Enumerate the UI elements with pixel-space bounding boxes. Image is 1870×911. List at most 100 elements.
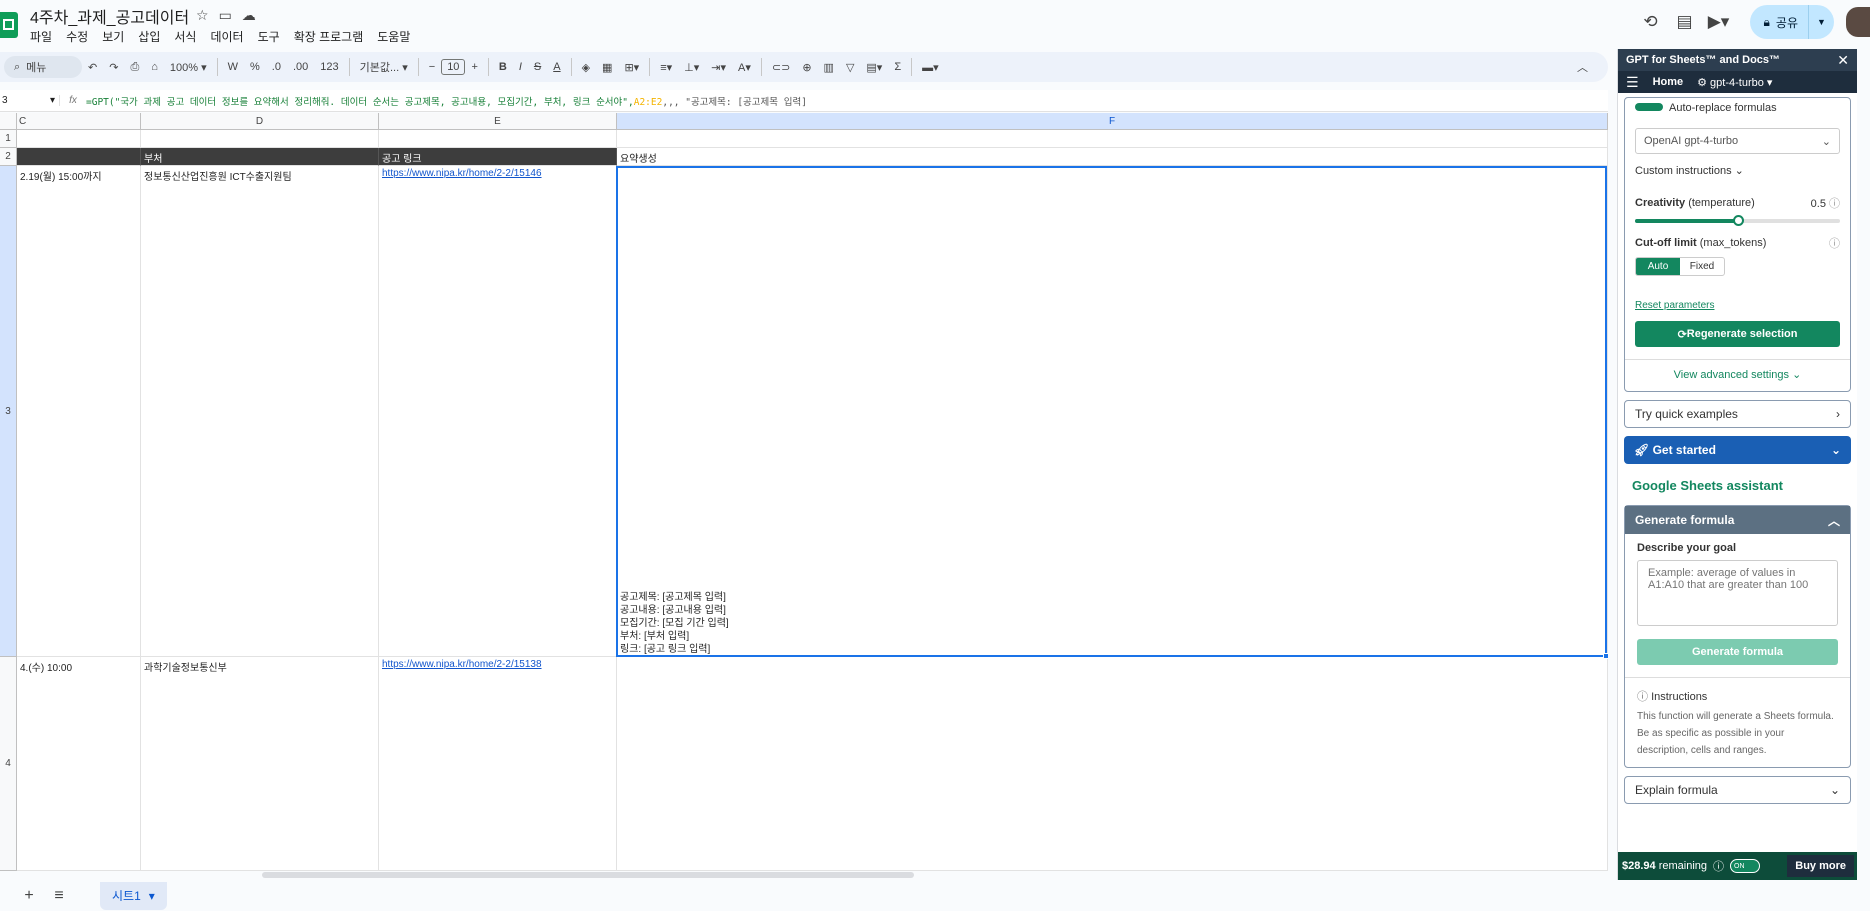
merge-cells-icon[interactable]: ⊞▾ bbox=[618, 61, 645, 74]
currency-button[interactable]: W bbox=[222, 61, 244, 73]
font-size-decrease-icon[interactable]: − bbox=[423, 61, 441, 73]
nav-home[interactable]: Home bbox=[1653, 76, 1684, 88]
row-header-1[interactable]: 1 bbox=[0, 130, 17, 148]
regenerate-selection-button[interactable]: ⟳ Regenerate selection bbox=[1635, 321, 1840, 347]
functions-icon[interactable]: Σ bbox=[888, 61, 907, 73]
menu-tools[interactable]: 도구 bbox=[258, 28, 280, 45]
share-dropdown-icon[interactable]: ▼ bbox=[1808, 5, 1834, 39]
column-header-c[interactable]: C bbox=[17, 113, 141, 130]
menu-file[interactable]: 파일 bbox=[30, 28, 52, 45]
announcement-link[interactable]: https://www.nipa.kr/home/2-2/15146 bbox=[382, 168, 542, 179]
cell-c4[interactable]: 4.(수) 10:00 bbox=[17, 657, 141, 871]
font-size-increase-icon[interactable]: + bbox=[465, 61, 483, 73]
bold-icon[interactable]: B bbox=[493, 61, 513, 73]
fill-handle[interactable] bbox=[1603, 653, 1608, 659]
filter-icon[interactable]: ▽ bbox=[840, 61, 860, 74]
menu-data[interactable]: 데이터 bbox=[210, 28, 243, 45]
text-wrap-icon[interactable]: ⇥▾ bbox=[705, 61, 732, 74]
history-icon[interactable]: ⟲ bbox=[1634, 6, 1668, 38]
insert-chart-icon[interactable]: ▥ bbox=[818, 61, 840, 74]
borders-icon[interactable]: ▦ bbox=[596, 61, 618, 74]
spreadsheet-grid[interactable]: C D E F 1 2 3 4 부처 공고 링크 요약생성 2.19(월) 15… bbox=[0, 113, 1608, 871]
formula-input[interactable]: =GPT("국가 과제 공고 데이터 정보를 요약해서 정리해줘. 데이터 순서… bbox=[86, 94, 807, 108]
menu-insert[interactable]: 삽입 bbox=[138, 28, 160, 45]
auto-replace-toggle[interactable]: Auto-replace formulas bbox=[1635, 102, 1840, 114]
cloud-status-icon[interactable]: ☁ bbox=[242, 7, 256, 24]
fill-color-icon[interactable]: ◈ bbox=[576, 61, 596, 74]
row-header-2[interactable]: 2 bbox=[0, 148, 17, 166]
advanced-settings-link[interactable]: View advanced settings ⌄ bbox=[1625, 359, 1850, 381]
italic-icon[interactable]: I bbox=[513, 61, 528, 73]
custom-instructions-toggle[interactable]: Custom instructions ⌄ bbox=[1635, 164, 1840, 177]
menu-view[interactable]: 보기 bbox=[102, 28, 124, 45]
menu-edit[interactable]: 수정 bbox=[66, 28, 88, 45]
hamburger-icon[interactable]: ☰ bbox=[1626, 74, 1639, 91]
font-select[interactable]: 기본값... ▾ bbox=[354, 59, 414, 75]
menu-search[interactable]: ⌕ 메뉴 bbox=[4, 56, 82, 78]
increase-decimal-button[interactable]: .00 bbox=[287, 61, 314, 73]
close-icon[interactable]: ✕ bbox=[1837, 52, 1849, 69]
cell-d3[interactable]: 정보통신산업진흥원 ICT수출지원팀 bbox=[141, 166, 379, 657]
column-header-d[interactable]: D bbox=[141, 113, 379, 130]
get-started-row[interactable]: 🚀︎ Get started ⌄ bbox=[1624, 436, 1851, 464]
text-rotation-icon[interactable]: A▾ bbox=[732, 61, 757, 74]
cell-d1[interactable] bbox=[141, 130, 379, 148]
explain-formula-row[interactable]: Explain formula ⌄ bbox=[1624, 776, 1851, 804]
collapse-toolbar-icon[interactable]: ︿ bbox=[1571, 59, 1594, 75]
comments-icon[interactable]: ▤ bbox=[1668, 6, 1702, 38]
avatar[interactable] bbox=[1846, 7, 1870, 37]
all-sheets-icon[interactable]: ≡ bbox=[44, 887, 74, 905]
undo-icon[interactable]: ↶ bbox=[82, 61, 103, 74]
cell-e2[interactable]: 공고 링크 bbox=[379, 148, 617, 166]
cell-d4[interactable]: 과학기술정보통신부 bbox=[141, 657, 379, 871]
insert-link-icon[interactable]: ⊂⊃ bbox=[766, 61, 796, 74]
cell-f4[interactable] bbox=[617, 657, 1608, 871]
menu-extensions[interactable]: 확장 프로그램 bbox=[294, 28, 364, 45]
menu-help[interactable]: 도움말 bbox=[377, 28, 410, 45]
usage-toggle[interactable]: ON bbox=[1730, 859, 1761, 873]
cell-e1[interactable] bbox=[379, 130, 617, 148]
cell-e3[interactable]: https://www.nipa.kr/home/2-2/15146 bbox=[379, 166, 617, 657]
reset-parameters-link[interactable]: Reset parameters bbox=[1635, 300, 1840, 311]
font-size-input[interactable]: 10 bbox=[441, 59, 466, 75]
chevron-down-icon[interactable]: ▾ bbox=[149, 889, 155, 903]
number-format-button[interactable]: 123 bbox=[314, 61, 344, 73]
strikethrough-icon[interactable]: S bbox=[528, 61, 547, 73]
zoom-select[interactable]: 100% ▾ bbox=[164, 61, 213, 74]
help-icon[interactable]: ⓘ bbox=[1829, 235, 1840, 251]
menu-format[interactable]: 서식 bbox=[174, 28, 196, 45]
slider-knob[interactable] bbox=[1732, 215, 1744, 226]
buy-more-button[interactable]: Buy more bbox=[1787, 855, 1854, 877]
generate-formula-button[interactable]: Generate formula bbox=[1637, 639, 1838, 665]
column-header-e[interactable]: E bbox=[379, 113, 617, 130]
model-selector[interactable]: ⚙ gpt-4-turbo ▾ bbox=[1697, 76, 1772, 89]
redo-icon[interactable]: ↷ bbox=[103, 61, 124, 74]
star-icon[interactable]: ☆ bbox=[196, 7, 209, 24]
decrease-decimal-button[interactable]: .0 bbox=[266, 61, 287, 73]
generate-formula-header[interactable]: Generate formula ︿ bbox=[1625, 506, 1850, 534]
quick-examples-row[interactable]: Try quick examples › bbox=[1624, 400, 1851, 428]
info-icon[interactable]: ⓘ bbox=[1713, 858, 1724, 874]
move-folder-icon[interactable]: ▭ bbox=[219, 7, 232, 24]
meet-icon[interactable]: ▶▾ bbox=[1702, 6, 1736, 38]
horizontal-scrollbar[interactable] bbox=[262, 872, 914, 878]
horizontal-align-icon[interactable]: ≡▾ bbox=[654, 61, 678, 74]
select-all-corner[interactable] bbox=[0, 113, 17, 130]
filter-views-icon[interactable]: ▤▾ bbox=[860, 61, 888, 74]
name-box[interactable]: 3 ▾ bbox=[0, 95, 60, 106]
cell-c2[interactable] bbox=[17, 148, 141, 166]
cell-d2[interactable]: 부처 bbox=[141, 148, 379, 166]
text-color-icon[interactable]: A bbox=[547, 61, 566, 73]
announcement-link[interactable]: https://www.nipa.kr/home/2-2/15138 bbox=[382, 659, 542, 670]
document-title[interactable]: 4주차_과제_공고데이터 bbox=[30, 4, 189, 28]
cutoff-fixed-button[interactable]: Fixed bbox=[1680, 258, 1724, 275]
row-header-3[interactable]: 3 bbox=[0, 166, 17, 657]
model-select[interactable]: OpenAI gpt-4-turbo ⌄ bbox=[1635, 128, 1840, 154]
input-tools-icon[interactable]: ▬▾ bbox=[916, 61, 945, 74]
paint-format-icon[interactable]: ⌂ bbox=[145, 61, 164, 73]
cell-c3[interactable]: 2.19(월) 15:00까지 bbox=[17, 166, 141, 657]
add-sheet-icon[interactable]: + bbox=[14, 887, 44, 905]
column-header-f[interactable]: F bbox=[617, 113, 1608, 130]
creativity-slider[interactable] bbox=[1635, 215, 1840, 226]
cell-f1[interactable] bbox=[617, 130, 1608, 148]
